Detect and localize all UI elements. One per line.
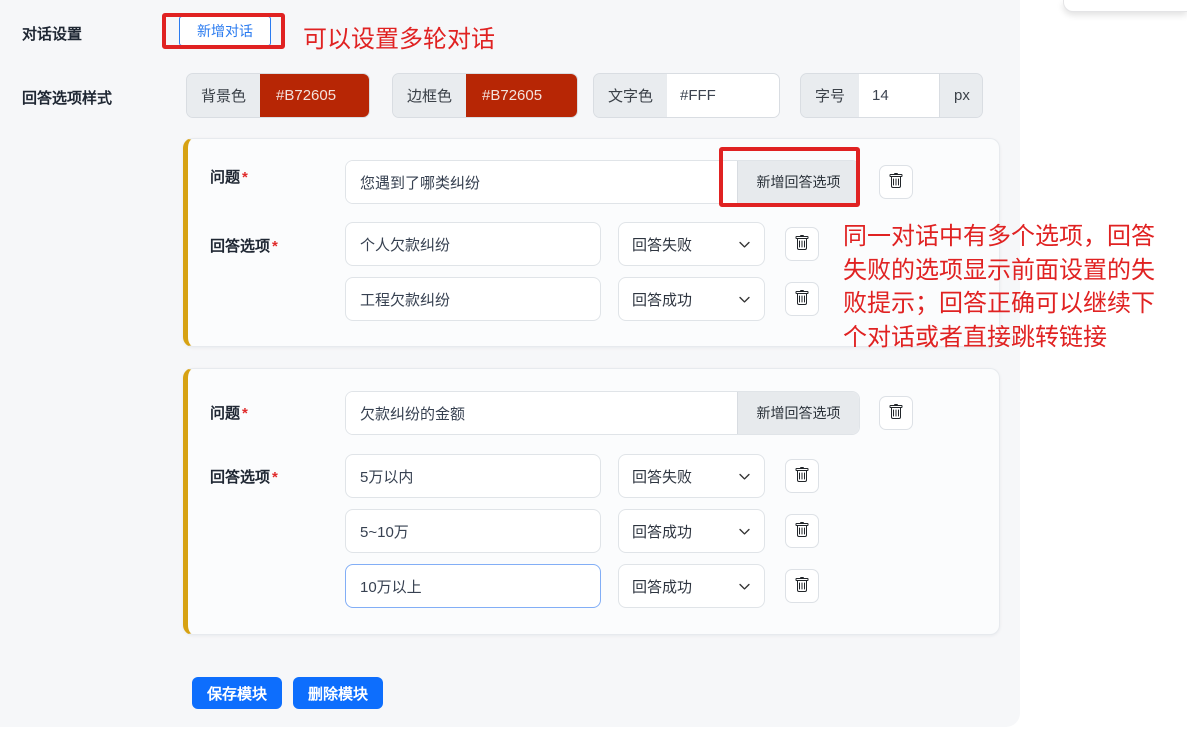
question-label: 问题*: [210, 402, 248, 423]
delete-option-button[interactable]: [785, 227, 819, 261]
chevron-down-icon: [738, 525, 751, 538]
option-text-input[interactable]: [345, 222, 601, 266]
font-size-input[interactable]: [859, 74, 939, 117]
option-text-input[interactable]: [345, 509, 601, 553]
annotation-box-add-option: [719, 147, 860, 207]
border-color-swatch[interactable]: #B72605: [466, 74, 577, 117]
option-text-input[interactable]: [345, 564, 601, 608]
trash-icon: [794, 577, 810, 596]
font-size-unit: px: [939, 74, 983, 117]
chevron-down-icon: [738, 470, 751, 483]
option-text-input[interactable]: [345, 277, 601, 321]
border-color-control: 边框色 #B72605: [392, 73, 578, 118]
annotation-side-note-line: 同一对话中有多个选项，回答: [843, 220, 1155, 254]
font-size-label: 字号: [801, 74, 859, 117]
question-input[interactable]: [346, 161, 737, 203]
options-label: 回答选项*: [210, 235, 278, 256]
chevron-down-icon: [738, 293, 751, 306]
required-mark: *: [272, 238, 278, 255]
options-label: 回答选项*: [210, 466, 278, 487]
chevron-down-icon: [738, 238, 751, 251]
trash-icon: [794, 235, 810, 254]
add-answer-option-button[interactable]: 新增回答选项: [737, 392, 859, 434]
annotation-box-add-dialog: [162, 13, 285, 49]
option-style-label: 回答选项样式: [22, 87, 112, 108]
chevron-down-icon: [738, 580, 751, 593]
top-right-card-edge: [1063, 0, 1187, 12]
result-select[interactable]: 回答成功: [618, 277, 765, 321]
background-color-control: 背景色 #B72605: [186, 73, 370, 118]
text-color-control: 文字色: [593, 73, 780, 118]
option-text-input[interactable]: [345, 454, 601, 498]
save-module-button[interactable]: 保存模块: [192, 677, 282, 709]
text-color-label: 文字色: [594, 74, 667, 117]
annotation-top-note: 可以设置多轮对话: [303, 19, 495, 54]
result-select[interactable]: 回答成功: [618, 564, 765, 608]
delete-option-button[interactable]: [785, 282, 819, 316]
result-select[interactable]: 回答失败: [618, 454, 765, 498]
delete-option-button[interactable]: [785, 569, 819, 603]
delete-option-button[interactable]: [785, 514, 819, 548]
required-mark: *: [272, 469, 278, 486]
result-select[interactable]: 回答成功: [618, 509, 765, 553]
delete-question-button[interactable]: [879, 165, 913, 199]
question-input[interactable]: [346, 392, 737, 434]
annotation-side-note-line: 失败的选项显示前面设置的失: [843, 254, 1155, 288]
annotation-side-note: 同一对话中有多个选项，回答 失败的选项显示前面设置的失 败提示；回答正确可以继续…: [843, 220, 1155, 354]
background-color-label: 背景色: [187, 74, 260, 117]
dialog-settings-label: 对话设置: [22, 23, 82, 44]
text-color-input[interactable]: [667, 74, 779, 117]
font-size-control: 字号 px: [800, 73, 983, 118]
annotation-side-note-line: 败提示；回答正确可以继续下: [843, 287, 1155, 321]
delete-option-button[interactable]: [785, 459, 819, 493]
border-color-label: 边框色: [393, 74, 466, 117]
trash-icon: [794, 522, 810, 541]
question-input-group: 新增回答选项: [345, 391, 860, 435]
trash-icon: [888, 173, 904, 192]
required-mark: *: [242, 169, 248, 186]
background-color-swatch[interactable]: #B72605: [260, 74, 369, 117]
annotation-side-note-line: 个对话或者直接跳转链接: [843, 321, 1155, 355]
trash-icon: [888, 404, 904, 423]
trash-icon: [794, 467, 810, 486]
dialog-card-2: 问题* 新增回答选项 回答选项* 回答失败 回答成功 回答成功: [183, 368, 1000, 635]
result-select[interactable]: 回答失败: [618, 222, 765, 266]
required-mark: *: [242, 405, 248, 422]
delete-question-button[interactable]: [879, 396, 913, 430]
question-label: 问题*: [210, 166, 248, 187]
trash-icon: [794, 290, 810, 309]
delete-module-button[interactable]: 删除模块: [293, 677, 383, 709]
